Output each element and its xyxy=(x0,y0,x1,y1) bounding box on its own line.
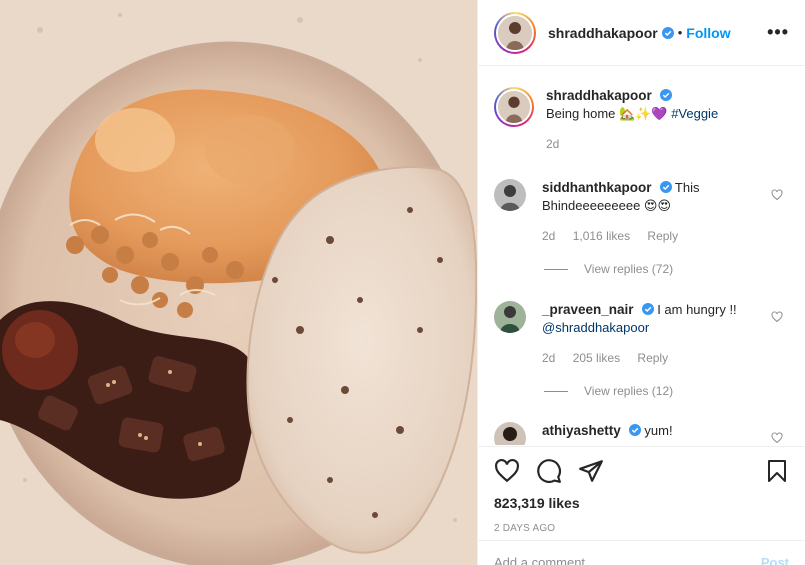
post-photo[interactable] xyxy=(0,0,477,565)
comment-like-heart-icon[interactable] xyxy=(771,432,783,444)
comment-text-block: siddhanthkapoor This Bhindeeeeeeeee 😍😍 2… xyxy=(542,179,789,245)
caption-text-block: shraddhakapoor Being home 🏡✨💜 #Veggie 2d xyxy=(546,87,789,153)
comment-icon[interactable] xyxy=(536,458,562,484)
commenter-avatar[interactable] xyxy=(494,422,526,445)
comment-text-block: _praveen_nair I am hungry !! @shraddhaka… xyxy=(542,301,789,367)
comment-username[interactable]: _praveen_nair xyxy=(542,302,634,317)
verified-icon xyxy=(661,26,674,39)
food-image xyxy=(0,0,477,565)
view-replies-button[interactable]: View replies (72) xyxy=(544,262,673,276)
comment-like-heart-icon[interactable] xyxy=(771,311,783,323)
view-replies-button[interactable]: View replies (12) xyxy=(544,384,673,398)
verified-icon xyxy=(659,181,672,193)
caption-avatar[interactable] xyxy=(494,87,534,127)
reply-button[interactable]: Reply xyxy=(647,229,678,243)
separator-dot: • xyxy=(677,25,683,40)
author-avatar[interactable] xyxy=(494,11,536,54)
mention-link[interactable]: @shraddhakapoor xyxy=(542,320,649,335)
replies-line xyxy=(544,390,568,392)
comment-username[interactable]: athiyashetty xyxy=(542,423,621,438)
comment-likes[interactable]: 1,016 likes xyxy=(573,229,630,243)
post-date[interactable]: 2 DAYS AGO xyxy=(494,523,789,534)
caption-meta: 2d xyxy=(546,135,759,153)
more-icon[interactable]: ••• xyxy=(767,22,789,43)
view-replies-label[interactable]: View replies (72) xyxy=(584,262,673,276)
verified-icon xyxy=(628,424,641,436)
hashtag-link[interactable]: #Veggie xyxy=(671,106,718,121)
comment-row: siddhanthkapoor This Bhindeeeeeeeee 😍😍 2… xyxy=(494,179,789,245)
avatar-image xyxy=(494,301,526,333)
comment-row: athiyashetty yum! xyxy=(494,422,789,445)
bookmark-icon[interactable] xyxy=(765,458,789,484)
verified-icon xyxy=(641,303,654,315)
avatar-image xyxy=(494,179,526,211)
heart-icon[interactable] xyxy=(494,458,520,484)
reply-button[interactable]: Reply xyxy=(637,351,668,365)
post-header: shraddhakapoor • Follow ••• xyxy=(478,0,805,66)
comment-text: I am hungry !! xyxy=(657,302,737,317)
view-replies-label[interactable]: View replies (12) xyxy=(584,384,673,398)
comment-like-heart-icon[interactable] xyxy=(771,189,783,201)
comments-list[interactable]: shraddhakapoor Being home 🏡✨💜 #Veggie 2d… xyxy=(478,67,805,445)
add-comment-bar: Add a comment… Post xyxy=(478,540,805,565)
comment-time: 2d xyxy=(542,229,556,243)
caption-time: 2d xyxy=(546,137,560,151)
commenter-avatar[interactable] xyxy=(494,301,526,333)
avatar-image xyxy=(494,422,526,445)
avatar-image xyxy=(498,15,532,50)
comment-text-block: athiyashetty yum! xyxy=(542,422,789,445)
comment-text: yum! xyxy=(644,423,673,438)
caption-row: shraddhakapoor Being home 🏡✨💜 #Veggie 2d xyxy=(494,87,789,153)
replies-line xyxy=(544,268,568,270)
comment-meta: 2d 205 likes Reply xyxy=(542,349,759,367)
follow-button[interactable]: Follow xyxy=(686,25,730,41)
action-icons xyxy=(494,457,789,485)
caption-username[interactable]: shraddhakapoor xyxy=(546,88,652,103)
verified-icon xyxy=(659,89,672,101)
caption-text: Being home 🏡✨💜 xyxy=(546,106,668,121)
commenter-avatar[interactable] xyxy=(494,179,526,211)
likes-count[interactable]: 823,319 likes xyxy=(494,495,789,511)
post-comment-button[interactable]: Post xyxy=(761,555,789,565)
author-username[interactable]: shraddhakapoor xyxy=(548,25,658,41)
comment-meta: 2d 1,016 likes Reply xyxy=(542,227,759,245)
avatar-image xyxy=(498,91,530,123)
comment-likes[interactable]: 205 likes xyxy=(573,351,620,365)
comment-username[interactable]: siddhanthkapoor xyxy=(542,180,652,195)
comment-input[interactable]: Add a comment… xyxy=(494,555,598,565)
post-actions: 823,319 likes 2 DAYS AGO xyxy=(478,446,805,534)
share-icon[interactable] xyxy=(578,458,604,484)
comment-time: 2d xyxy=(542,351,556,365)
comment-row: _praveen_nair I am hungry !! @shraddhaka… xyxy=(494,301,789,367)
post-side-panel: shraddhakapoor • Follow ••• shraddhakapo… xyxy=(477,0,805,565)
